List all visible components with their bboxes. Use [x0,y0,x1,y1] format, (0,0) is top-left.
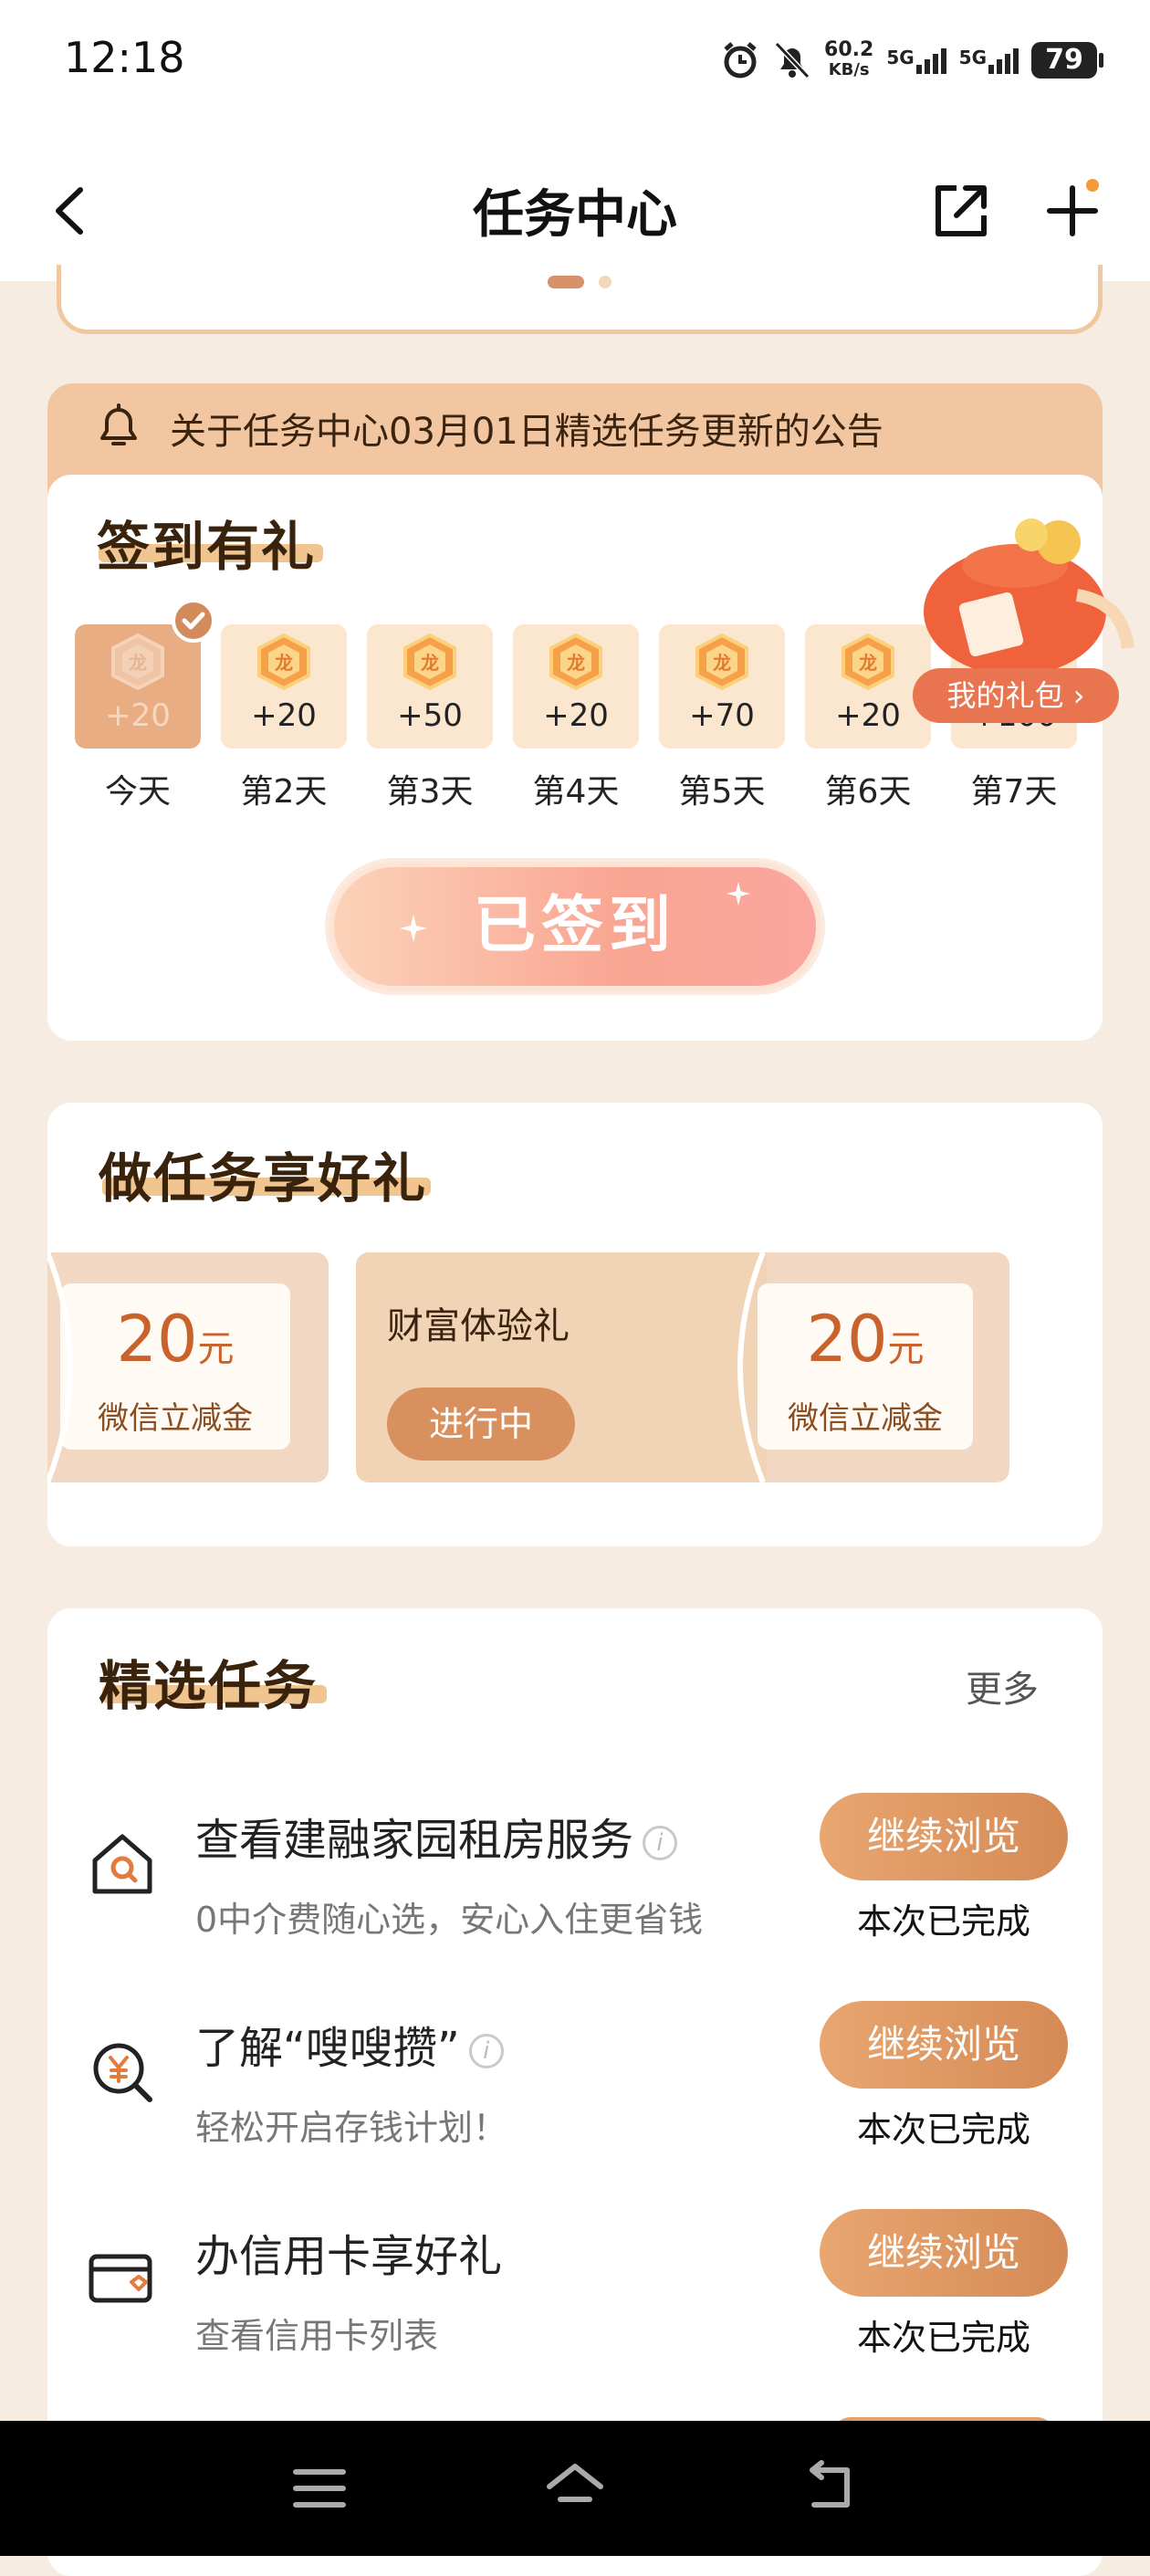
day-label: 第2天 [240,773,328,811]
info-icon[interactable]: i [643,1826,678,1860]
tasks-title: 做任务享好礼 [99,1147,428,1209]
signin-title: 签到有礼 [97,516,317,578]
svg-text:龙: 龙 [713,652,731,674]
reward-title: 财富体验礼 [387,1305,570,1347]
coin-icon: 龙 [842,633,894,691]
battery-indicator: 79 [1031,42,1103,79]
svg-text:龙: 龙 [275,652,293,674]
sparkle-icon [400,915,427,942]
coin-icon: 龙 [695,633,748,691]
svg-text:龙: 龙 [421,652,439,674]
task-desc: 轻松开启存钱计划！ [195,2108,508,2148]
chevron-right-icon: › [1072,678,1085,713]
house-search-icon [92,1834,152,1894]
signal-label: 5G [958,47,987,68]
sparkle-icon [727,882,750,906]
reward-amount: 20 [806,1302,888,1377]
pager-dot-active [548,276,584,288]
day-points: +20 [543,697,609,734]
day-label: 第5天 [678,773,766,811]
gift-bag-icon[interactable] [913,511,1141,694]
day-tile: 龙 +20 [513,624,639,749]
day-label: 今天 [104,773,171,811]
coin-icon: 龙 [111,633,164,691]
day-tile: 龙 +50 [367,624,493,749]
day-points: +70 [689,697,755,734]
signal-bars-icon [988,47,1019,74]
menu-icon[interactable] [290,2463,349,2514]
svg-text:龙: 龙 [567,652,585,674]
status-icons: 60.2 KB/s 5G 5G 79 [720,38,1103,82]
coupon-desc: 微信立减金 [98,1400,253,1437]
announcement-text[interactable]: 关于任务中心03月01日精选任务更新的公告 [170,402,883,455]
task-title: 办信用卡享好礼 [195,2231,503,2282]
in-progress-button[interactable]: 进行中 [387,1387,575,1461]
coin-icon: 龙 [403,633,456,691]
day-tile: 龙 +20 [221,624,347,749]
signal-bars-icon [915,47,946,74]
coupon-value: 20元 [60,1302,290,1377]
task-status: 本次已完成 [856,1901,1030,1942]
net-speed-unit: KB/s [828,60,870,79]
bell-icon [100,403,137,445]
day-label: 第3天 [386,773,474,811]
coupon-unit: 元 [197,1328,235,1370]
home-icon[interactable] [542,2459,608,2514]
reward-value: 20元 [758,1302,973,1377]
day-points: +20 [251,697,317,734]
task-title: 了解“嗖嗖攒” i [195,2012,504,2076]
pager-dot [599,276,612,288]
reward-unit: 元 [887,1328,925,1370]
task-desc: 0中介费随心选，安心入住更省钱 [195,1900,704,1940]
net-speed: 60.2 KB/s [824,40,873,80]
more-link[interactable]: 更多 [966,1660,1039,1712]
notification-dot [1086,179,1099,192]
coin-icon: 龙 [549,633,602,691]
continue-browse-button[interactable]: 继续浏览 [820,1793,1068,1880]
svg-text:龙: 龙 [859,652,877,674]
day-label: 第4天 [532,773,620,811]
task-status: 本次已完成 [856,2318,1030,2358]
day-points: +50 [397,697,463,734]
task-status: 本次已完成 [856,2110,1030,2150]
status-time: 12:18 [64,33,185,82]
coin-icon: 龙 [257,633,310,691]
share-icon[interactable] [929,179,993,243]
info-icon[interactable]: i [468,2034,504,2068]
day-tile-today: 龙 +20 [75,624,201,749]
svg-text:龙: 龙 [129,652,147,674]
featured-title: 精选任务 [99,1655,319,1717]
signal-5g-2: 5G [959,47,1019,74]
day-points: +20 [835,697,901,734]
signal-label: 5G [886,47,915,68]
yuan-search-icon [93,2043,152,2102]
continue-browse-button[interactable]: 继续浏览 [820,2001,1068,2089]
back-icon[interactable] [801,2459,860,2516]
my-gift-button[interactable]: 我的礼包 › [913,668,1119,723]
day-label: 第7天 [970,773,1058,811]
continue-browse-button[interactable]: 继续浏览 [820,2209,1068,2297]
task-desc: 查看信用卡列表 [195,2316,439,2356]
my-gift-label: 我的礼包 [946,678,1064,713]
alarm-icon [724,42,757,79]
coupon-amount: 20 [116,1302,198,1377]
credit-card-icon [89,2254,152,2303]
reward-desc: 微信立减金 [788,1400,943,1437]
net-speed-value: 60.2 [824,38,874,61]
task-title: 查看建融家园租房服务 i [195,1804,678,1868]
day-label: 第6天 [824,773,912,811]
day-points: +20 [105,697,171,734]
signal-5g-1: 5G [886,47,946,74]
mute-bell-icon [774,41,810,79]
check-icon [172,599,215,643]
day-tile: 龙 +70 [659,624,785,749]
